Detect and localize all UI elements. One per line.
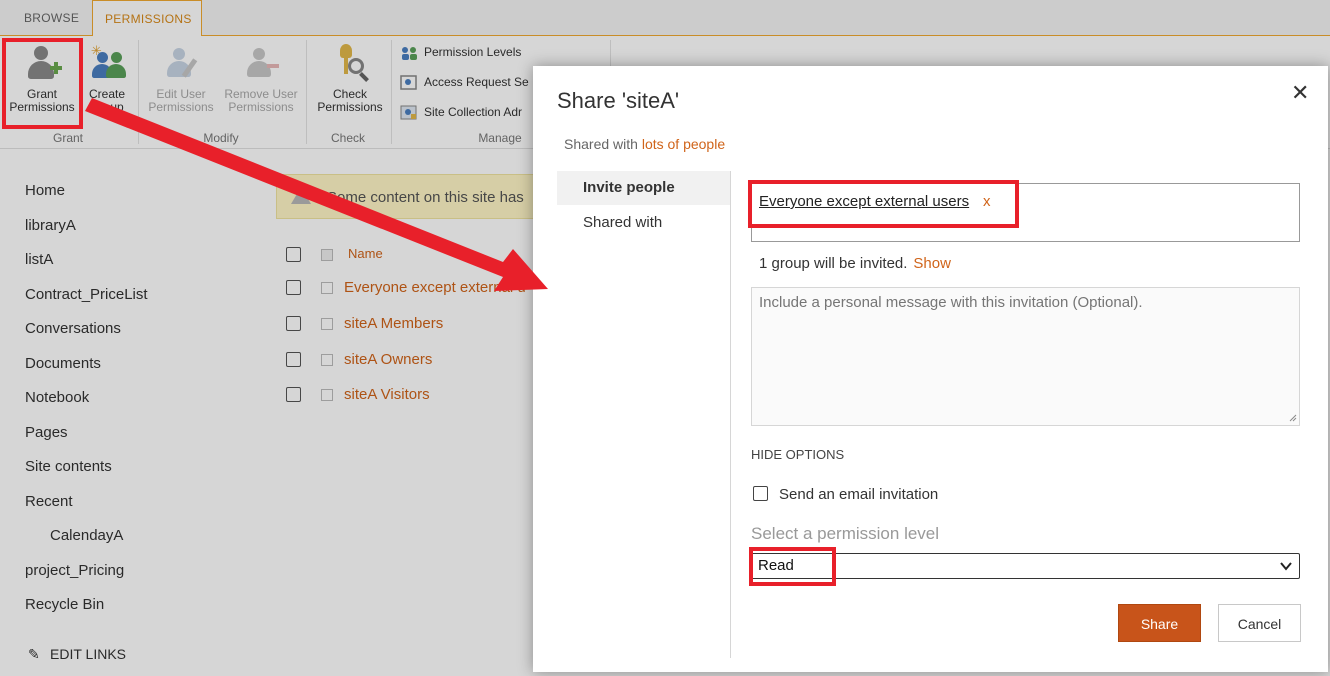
permission-level-select[interactable]: Read bbox=[751, 553, 1300, 579]
people-chip[interactable]: Everyone except external users bbox=[759, 193, 969, 210]
cancel-button[interactable]: Cancel bbox=[1218, 604, 1301, 642]
share-dialog: Share 'siteA' ✕ Shared with lots of peop… bbox=[533, 66, 1328, 672]
people-chip-remove[interactable]: x bbox=[983, 193, 991, 210]
permission-level-value: Read bbox=[758, 557, 794, 574]
dialog-title: Share 'siteA' bbox=[557, 88, 680, 113]
share-button[interactable]: Share bbox=[1118, 604, 1201, 642]
lots-of-people-link[interactable]: lots of people bbox=[642, 136, 725, 152]
chevron-down-icon bbox=[1280, 562, 1292, 571]
close-icon[interactable]: ✕ bbox=[1291, 80, 1309, 106]
people-chip-label: Everyone except external users bbox=[759, 193, 970, 210]
shared-with-line: Shared with lots of people bbox=[564, 136, 725, 152]
permission-level-label: Select a permission level bbox=[751, 524, 940, 543]
people-picker-input[interactable]: Everyone except external users x bbox=[751, 183, 1300, 242]
invite-count: 1 group will be invited. Show bbox=[759, 255, 951, 272]
dialog-tab-invite-people[interactable]: Invite people bbox=[557, 171, 730, 205]
email-invitation-label: Send an email invitation bbox=[779, 486, 939, 503]
hide-options-link[interactable]: HIDE OPTIONS bbox=[751, 447, 844, 462]
email-invitation-checkbox[interactable] bbox=[753, 486, 768, 501]
dialog-divider bbox=[730, 171, 731, 658]
dialog-tab-shared-with[interactable]: Shared with bbox=[557, 206, 730, 240]
show-link[interactable]: Show bbox=[913, 255, 951, 272]
invite-count-text: 1 group will be invited. bbox=[759, 255, 908, 272]
resize-grip-icon[interactable] bbox=[1289, 414, 1297, 422]
shared-with-prefix: Shared with bbox=[564, 136, 638, 152]
personal-message-input[interactable] bbox=[751, 287, 1300, 426]
